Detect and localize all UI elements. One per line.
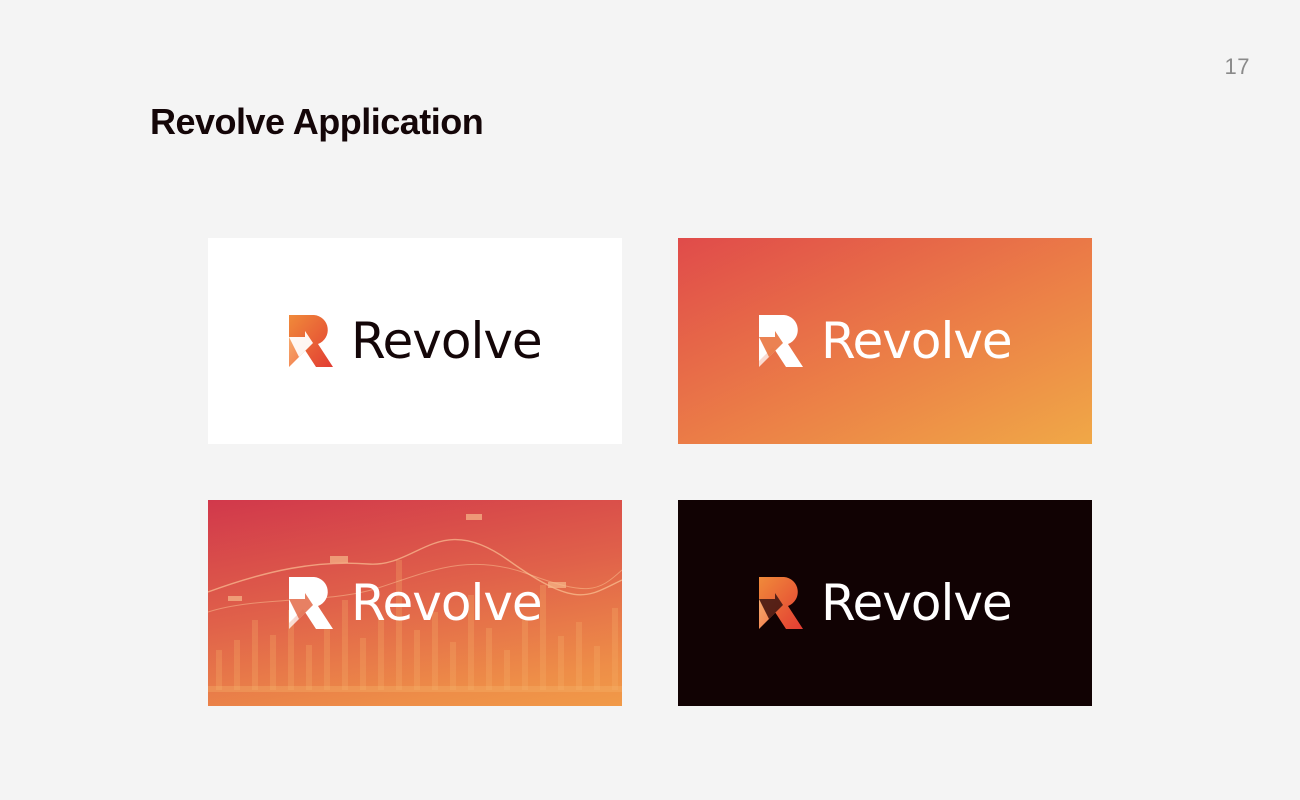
logo-panel-photo: Revolve [208,500,622,706]
revolve-wordmark: Revolve [821,312,1013,370]
revolve-logo-mark-icon [759,315,803,367]
page-title: Revolve Application [150,101,484,142]
revolve-logo-mark-icon [289,577,333,629]
logo-panel-dark: Revolve [678,500,1092,706]
revolve-logo-mark-icon [289,315,333,367]
logo-panel-gradient: Revolve [678,238,1092,444]
revolve-logo: Revolve [759,574,1013,632]
page-number: 17 [1224,54,1250,79]
revolve-wordmark: Revolve [821,574,1013,632]
logo-panel-white: Revolve [208,238,622,444]
revolve-logo: Revolve [289,574,543,632]
revolve-logo-mark-icon [759,577,803,629]
revolve-wordmark: Revolve [351,574,543,632]
revolve-wordmark: Revolve [351,312,543,370]
revolve-logo: Revolve [759,312,1013,370]
revolve-logo: Revolve [289,312,543,370]
